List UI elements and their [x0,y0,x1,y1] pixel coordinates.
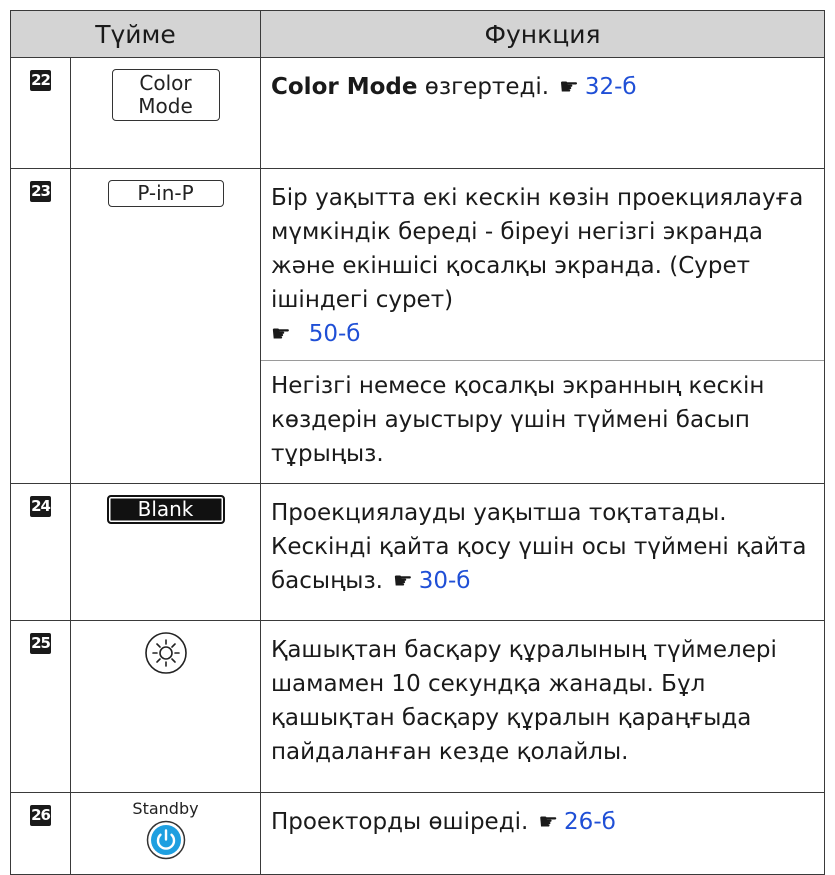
table-row: 26 Standby Проекторды өшіреді. ☛ 26-б [10,792,825,875]
row-description: Проекторды өшіреді. [271,809,529,835]
pointing-hand-icon: ☛ [559,75,579,100]
table-header-row: Түйме Функция [10,10,825,58]
table-row: 23 P-in-P Бір уақытта екі кескін көзін п… [10,168,825,484]
header-button: Түйме [10,10,261,58]
row-description: өзгертеді. [417,74,550,100]
p-in-p-key: P-in-P [107,180,224,207]
backlight-sun-icon [144,632,187,674]
row-paragraph: Бір уақытта екі кескін көзін проекциялау… [271,181,814,352]
row-number-badge: 22 [30,70,51,91]
table-row: 24 Blank Проекциялауды уақытша тоқтатады… [10,483,825,621]
page-reference-link[interactable]: 32-б [585,74,637,100]
row-description: Проекциялауды уақытша тоқтатады. Кескінд… [271,500,807,594]
header-function: Функция [260,10,825,58]
page-reference-link[interactable]: 50-б [309,321,361,347]
row-paragraph: Негізгі немесе қосалқы экранның кескін к… [261,360,824,471]
pointing-hand-icon: ☛ [392,569,413,594]
color-mode-term: Color Mode [271,74,418,100]
key-label-line: Mode [138,94,193,118]
pointing-hand-icon: ☛ [538,810,559,835]
table-row: 25 Қашықтан басқару құралының түймелері … [10,620,825,793]
row-number-badge: 25 [30,633,51,654]
row-number-badge: 23 [30,181,51,202]
remote-buttons-table: Түйме Функция 22 Color Mode Color Mode ө… [10,10,825,875]
power-icon [146,820,185,860]
pointing-hand-icon: ☛ [271,322,291,347]
standby-label: Standby [132,799,199,818]
key-label-line: Color [139,71,192,95]
row-number-badge: 24 [30,496,51,517]
page-reference-link[interactable]: 30-б [419,568,471,594]
blank-key: Blank [106,495,225,524]
row-description: Бір уақытта екі кескін көзін проекциялау… [271,185,804,313]
row-number-badge: 26 [30,805,51,826]
color-mode-key: Color Mode [111,69,220,121]
row-description: Қашықтан басқару құралының түймелері шам… [271,637,777,765]
table-row: 22 Color Mode Color Mode өзгертеді. ☛ 32-б [10,57,825,169]
page-reference-link[interactable]: 26-б [564,809,616,835]
